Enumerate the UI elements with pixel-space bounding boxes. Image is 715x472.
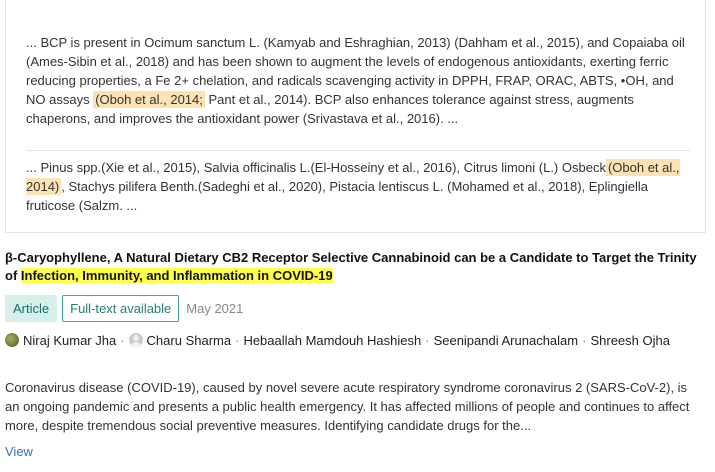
author-list: Niraj Kumar Jha · Charu Sharma · Hebaallah M… — [5, 331, 705, 350]
citation-highlight: (Oboh et al., 2014; — [93, 91, 205, 108]
author-separator: · — [120, 333, 125, 348]
snippet-divider — [26, 150, 690, 151]
author-name[interactable]: Hebaallah Mamdouh Hashiesh — [243, 333, 421, 348]
author-avatar-placeholder-icon[interactable] — [128, 333, 143, 347]
publication-meta: Article Full-text available May 2021 — [5, 295, 243, 322]
author-name[interactable]: Seenipandi Arunachalam — [434, 333, 579, 348]
author-name[interactable]: Charu Sharma — [147, 333, 232, 348]
publication-title-highlight[interactable]: Infection, Immunity, and Inflammation in… — [20, 268, 333, 283]
author-name[interactable]: Shreesh Ojha — [590, 333, 670, 348]
author-name[interactable]: Niraj Kumar Jha — [23, 333, 116, 348]
snippet-text-after: , Stachys pilifera Benth.(Sadeghi et al.… — [26, 179, 649, 213]
citation-snippet: ... Pinus spp.(Xie et al., 2015), Salvia… — [26, 158, 690, 215]
article-type-badge: Article — [5, 295, 58, 322]
citation-snippet: ... BCP is present in Ocimum sanctum L. … — [26, 33, 690, 128]
publication-abstract: Coronavirus disease (COVID-19), caused b… — [5, 380, 690, 433]
author-avatar[interactable] — [5, 333, 19, 347]
author-separator: · — [425, 333, 430, 348]
snippet-text-before: ... Pinus spp.(Xie et al., 2015), Salvia… — [26, 160, 606, 175]
publication-date: May 2021 — [186, 301, 244, 316]
citation-snippets-card: ... BCP is present in Ocimum sanctum L. … — [5, 0, 706, 233]
view-link[interactable]: View — [5, 444, 33, 459]
author-separator: · — [235, 333, 240, 348]
author-separator: · — [582, 333, 587, 348]
fulltext-available-badge[interactable]: Full-text available — [62, 295, 180, 322]
publication-title[interactable]: β-Caryophyllene, A Natural Dietary CB2 R… — [5, 249, 710, 285]
